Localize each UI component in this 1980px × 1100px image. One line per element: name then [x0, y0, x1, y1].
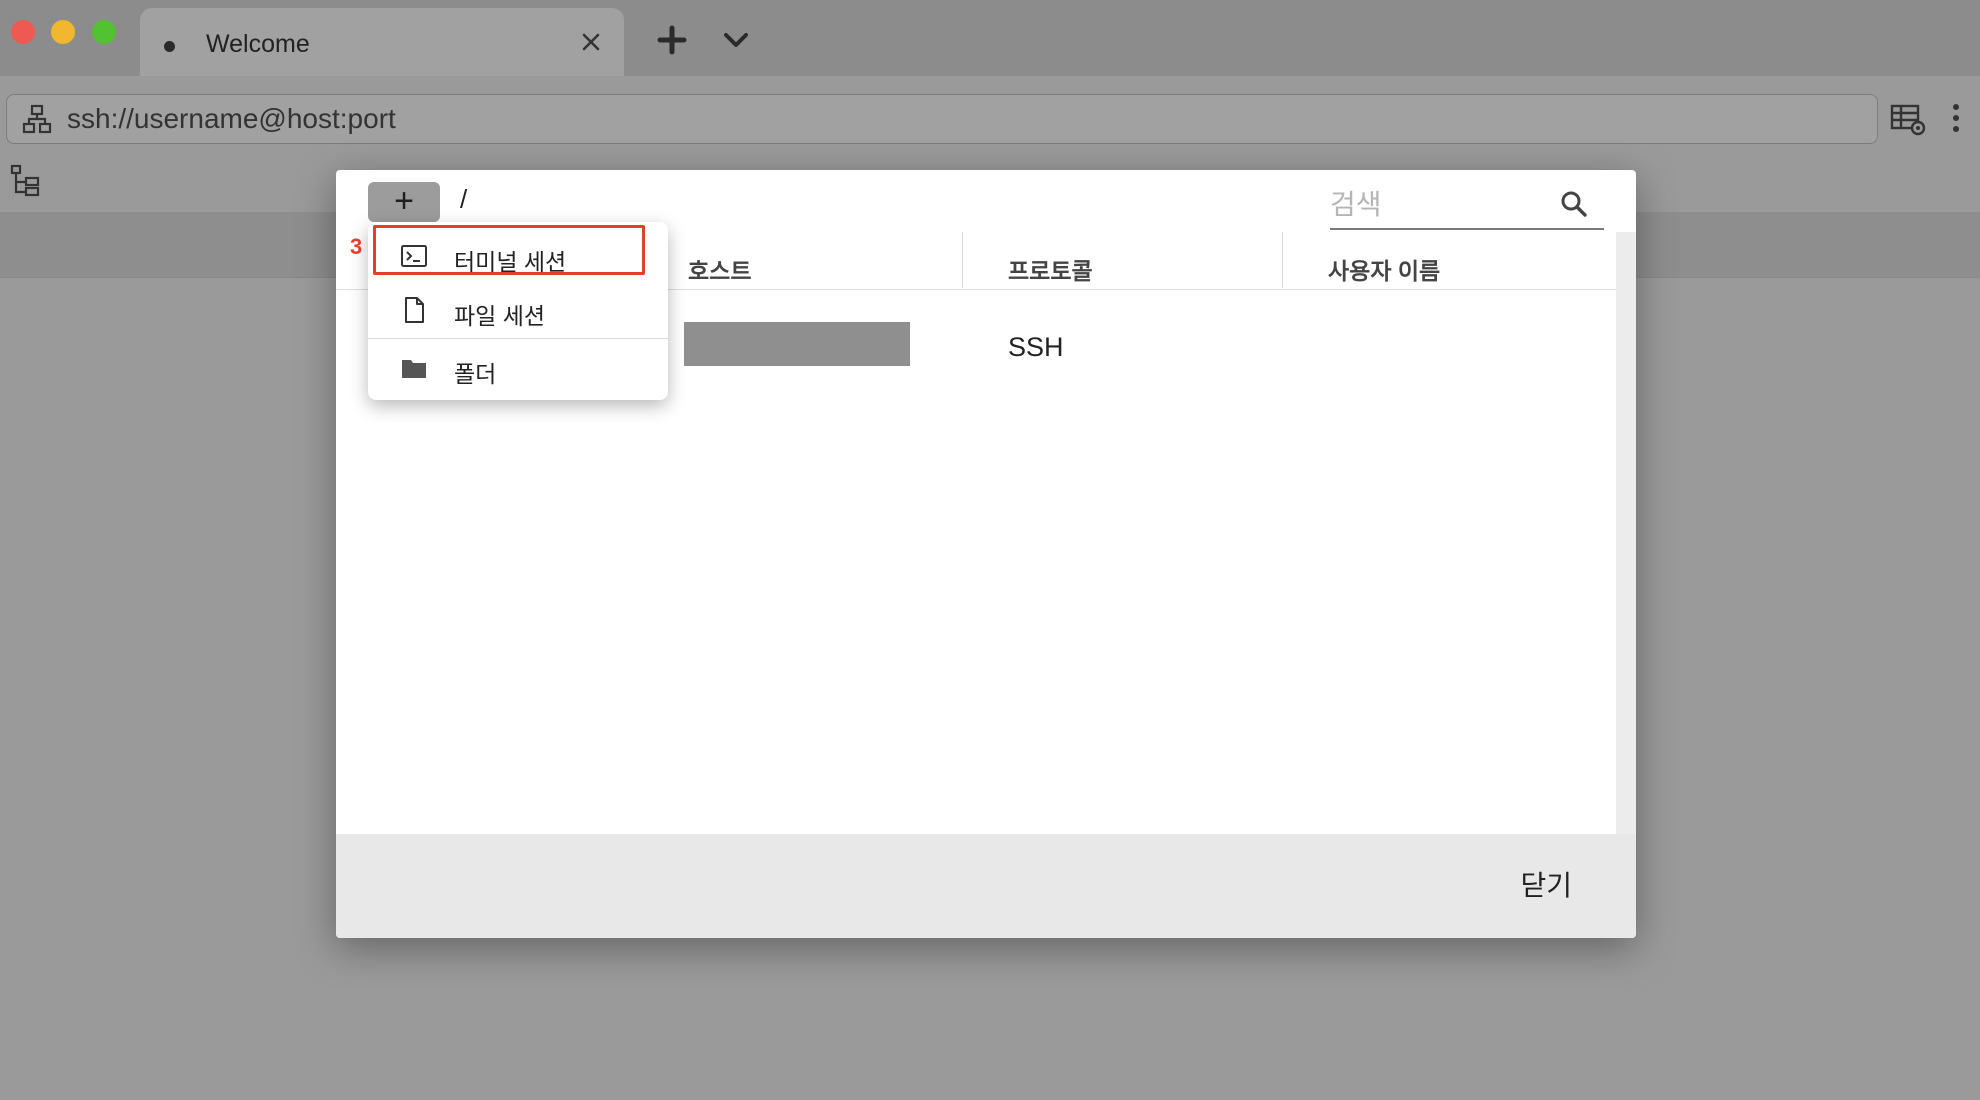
column-header-protocol[interactable]: 프로토콜 — [1008, 252, 1093, 286]
add-menu: 터미널 세션 파일 세션 폴더 — [368, 222, 668, 400]
scrollbar[interactable] — [1616, 232, 1636, 834]
column-header-host[interactable]: 호스트 — [688, 252, 751, 286]
column-divider[interactable] — [962, 232, 963, 288]
new-tab-icon[interactable] — [654, 22, 690, 58]
redacted-host — [684, 322, 910, 366]
cell-protocol: SSH — [1008, 332, 1064, 362]
close-button[interactable]: 닫기 — [1520, 864, 1572, 904]
address-input[interactable] — [67, 101, 1847, 137]
search-field[interactable] — [1330, 178, 1604, 230]
maximize-window-button[interactable] — [92, 20, 116, 44]
network-icon — [22, 104, 52, 134]
close-window-button[interactable] — [11, 20, 35, 44]
session-tree-icon[interactable] — [8, 162, 44, 198]
chevron-down-icon[interactable] — [718, 22, 754, 58]
add-button[interactable]: + — [368, 182, 440, 222]
step-number: 3 — [350, 234, 363, 259]
search-icon[interactable] — [1558, 188, 1590, 220]
table-settings-icon[interactable] — [1888, 98, 1928, 138]
menu-item-file-session[interactable]: 파일 세션 — [368, 282, 668, 338]
menu-item-label: 폴더 — [454, 361, 497, 387]
column-divider[interactable] — [1282, 232, 1283, 288]
search-input[interactable] — [1330, 186, 1550, 224]
tab-status-dot — [164, 41, 175, 52]
title-bar: Welcome — [0, 0, 1980, 76]
menu-item-folder[interactable]: 폴더 — [368, 340, 668, 396]
more-vert-icon[interactable] — [1936, 98, 1976, 138]
folder-icon — [402, 360, 426, 378]
address-row — [0, 76, 1980, 156]
file-icon — [405, 297, 424, 323]
column-header-username[interactable]: 사용자 이름 — [1328, 252, 1440, 286]
address-bar[interactable] — [6, 94, 1878, 144]
minimize-window-button[interactable] — [51, 20, 75, 44]
menu-divider — [368, 338, 668, 339]
menu-item-label: 파일 세션 — [454, 303, 546, 329]
close-icon[interactable] — [575, 26, 607, 58]
menu-item-terminal-session[interactable]: 터미널 세션 — [368, 228, 668, 284]
tab-title: Welcome — [206, 30, 310, 58]
menu-item-label: 터미널 세션 — [454, 249, 567, 275]
dialog-footer: 닫기 — [336, 834, 1636, 938]
folder-path: / — [460, 184, 468, 214]
terminal-icon — [401, 245, 427, 267]
tab-welcome[interactable]: Welcome — [140, 8, 624, 76]
